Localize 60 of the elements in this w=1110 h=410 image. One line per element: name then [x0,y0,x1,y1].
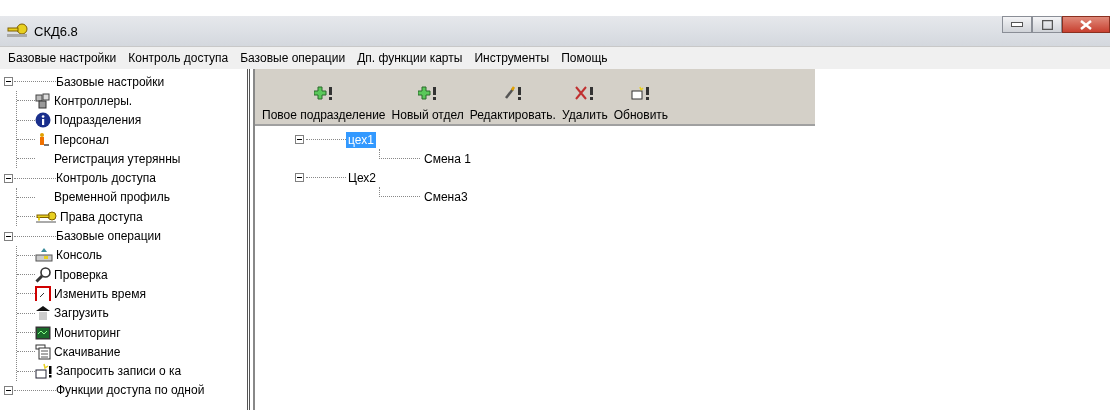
menu-item[interactable]: Помощь [555,51,614,65]
toolbar-button[interactable]: Новый отдел [388,86,467,124]
close-button[interactable] [1062,16,1110,33]
cross-icon [574,86,595,100]
tree-item[interactable]: Смена 1 [422,150,473,167]
maximize-icon [1041,19,1053,30]
plus-icon [313,86,334,100]
calendar-icon [630,86,651,100]
devices-icon [35,92,51,109]
toolbar-button[interactable]: Удалить [558,86,611,124]
console-icon [35,247,53,264]
close-icon [1080,19,1092,30]
tree-item[interactable]: Права доступа [60,209,143,224]
menu-item[interactable]: Инструменты [468,51,556,65]
tree-item[interactable]: Запросить записи о ка [56,364,182,379]
key-icon [35,209,57,224]
tree-item[interactable]: Загрузить [54,306,109,321]
window-title: СКД6.8 [34,23,78,39]
info-icon [35,112,51,129]
collapse-icon[interactable] [4,231,13,241]
minimize-icon [1011,21,1023,28]
clock-icon [35,285,51,302]
toolbar-button[interactable]: Повое подразделение [259,86,389,124]
tree-item[interactable]: Контроль доступа [56,171,156,186]
tree-item[interactable]: Подразделения [54,113,142,128]
tree-item[interactable]: Базовые операции [56,229,161,243]
tree-item[interactable]: Функции доступа по одной [56,383,205,398]
collapse-icon[interactable] [4,77,13,87]
tree-item[interactable]: Персонал [54,132,110,147]
collapse-icon[interactable] [295,135,304,144]
tree-item[interactable]: Изменить время [54,286,146,301]
tree-item[interactable]: Скачивание [54,344,121,359]
tree-item[interactable]: Цех2 [346,169,378,186]
menu-item[interactable]: Базовые настройки [2,51,123,65]
tree-item[interactable]: Временной профиль [54,190,170,205]
document-icon [35,343,51,360]
wrench-icon [35,266,51,283]
toolbar-button[interactable]: Обновить [610,86,672,124]
collapse-icon[interactable] [295,173,304,182]
tree-item[interactable]: Проверка [54,267,108,282]
upload-icon [35,305,51,322]
toolbar-button[interactable]: Редактировать. [466,86,559,124]
monitor-icon [35,324,51,341]
tree-item[interactable]: Мониторинг [54,325,121,340]
plus-icon [417,86,438,100]
tree-item[interactable]: Регистрация утерянны [54,151,181,166]
menu-item[interactable]: Контроль доступа [122,51,235,65]
menu-item[interactable]: Базовые операции [234,51,352,65]
menu-item[interactable]: Дп. функции карты [351,51,469,65]
tree-item[interactable]: Контроллеры. [54,93,133,108]
tree-item[interactable]: Базовые настройки [56,74,165,89]
maximize-button[interactable] [1032,16,1062,33]
collapse-icon[interactable] [4,385,13,395]
tree-item[interactable]: Консоль [56,248,103,263]
minimize-button[interactable] [1002,16,1032,33]
key-icon [6,23,28,39]
request-icon [35,363,53,380]
pencil-icon [502,86,523,100]
collapse-icon[interactable] [4,173,13,183]
tree-item[interactable]: Смена3 [422,188,470,205]
